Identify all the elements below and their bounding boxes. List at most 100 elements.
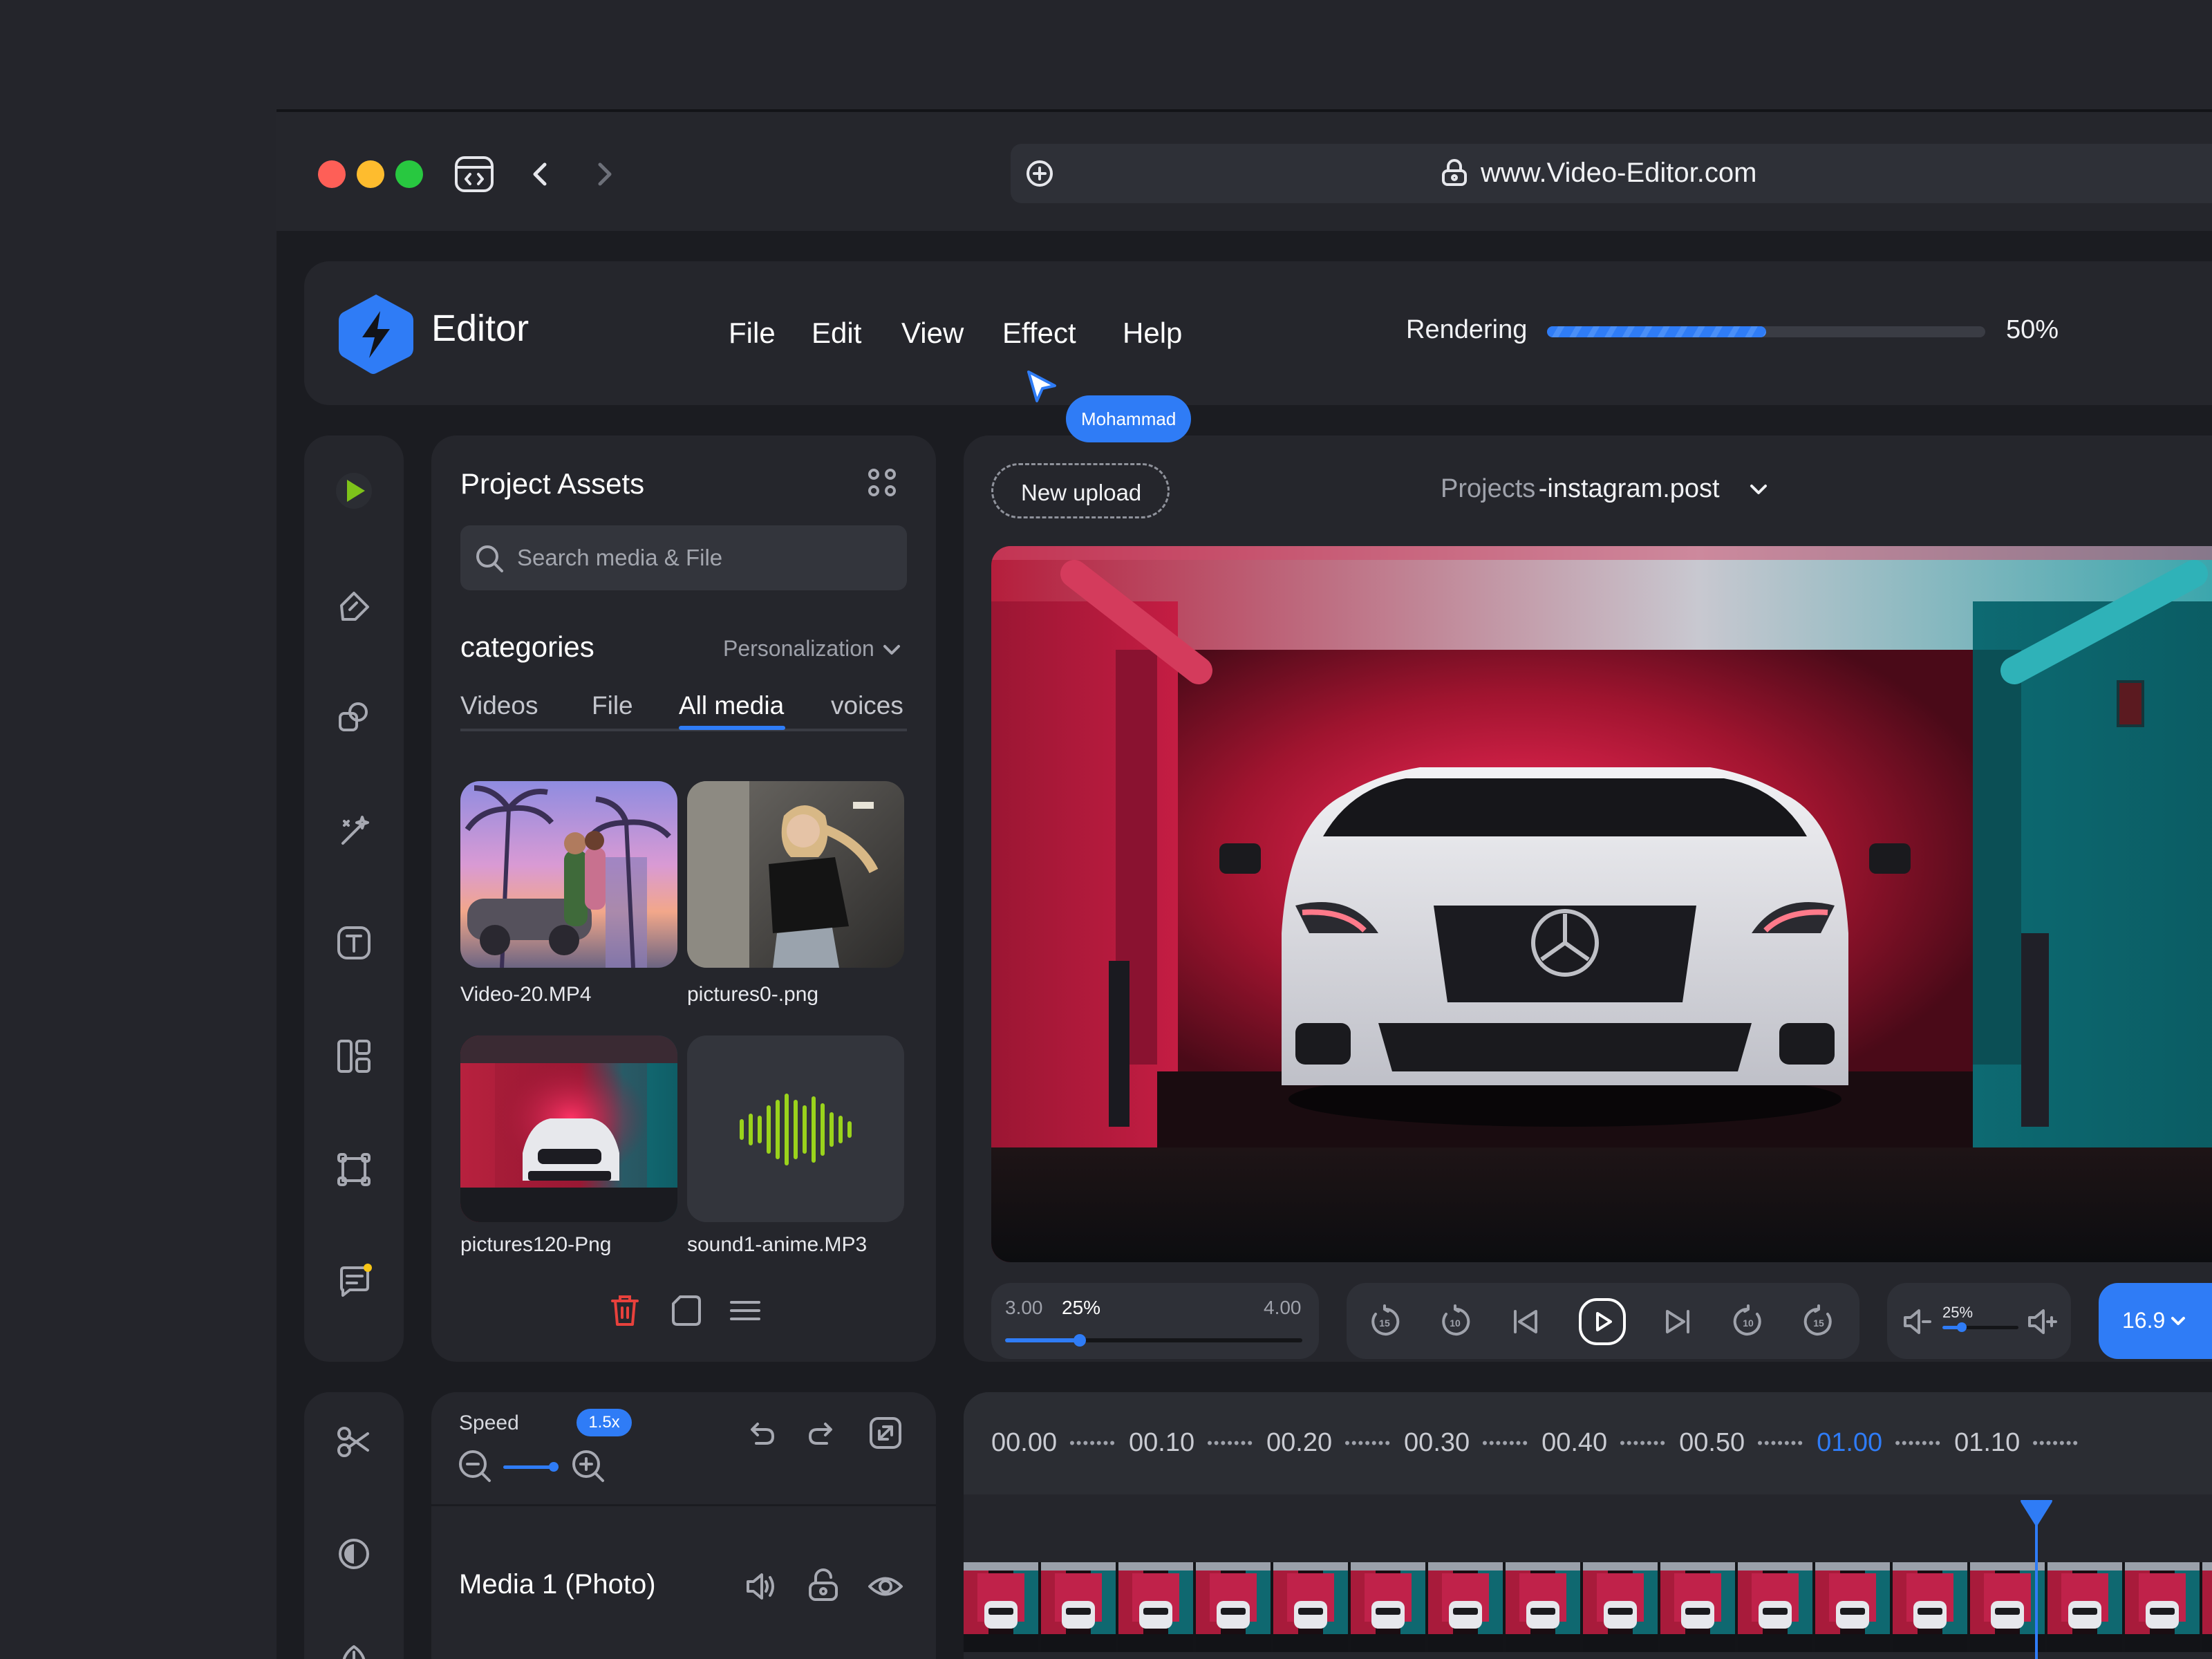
project-chevron-down-icon[interactable] [1746, 477, 1771, 502]
waveform-bar [776, 1100, 780, 1159]
back-icon[interactable] [525, 159, 556, 189]
track-lock-icon[interactable] [806, 1566, 841, 1604]
filmstrip-frame [2202, 1562, 2212, 1652]
new-upload-label: New upload [1021, 480, 1142, 505]
contrast-icon[interactable] [336, 1536, 372, 1572]
minimize-window-button[interactable] [357, 160, 384, 188]
aspect-ratio-button[interactable]: 16.9 [2099, 1283, 2212, 1359]
scrubber-control[interactable]: 3.00 25% 4.00 [991, 1283, 1319, 1359]
timeline-tick[interactable]: 00.40 [1541, 1428, 1607, 1458]
video-track-strip[interactable] [964, 1562, 2212, 1652]
woman-photo-image [687, 781, 879, 968]
zoom-out-icon[interactable] [458, 1449, 492, 1483]
grid-view-icon[interactable] [865, 466, 899, 499]
volume-track[interactable] [1942, 1322, 2018, 1332]
draw-tool-icon[interactable] [336, 589, 372, 625]
delete-icon[interactable] [608, 1293, 641, 1329]
shapes-tool-icon[interactable] [336, 700, 372, 735]
project-selector[interactable]: Projects -instagram.post [1441, 474, 1720, 504]
play-tool-icon[interactable] [335, 471, 373, 510]
filmstrip-frame [1196, 1562, 1271, 1652]
menu-file[interactable]: File [729, 317, 776, 350]
menu-view[interactable]: View [901, 317, 964, 350]
timeline-tick[interactable]: 00.50 [1679, 1428, 1745, 1458]
new-tab-icon[interactable] [1024, 158, 1055, 189]
media-thumbnail-sound1[interactable] [687, 1035, 904, 1222]
media-thumbnail-pictures120[interactable] [460, 1035, 677, 1222]
waveform-bar [812, 1096, 816, 1163]
media-thumbnail-pictures0[interactable] [687, 781, 904, 968]
layout-tool-icon[interactable] [336, 1038, 372, 1074]
personalization-select[interactable]: Personalization [723, 636, 874, 662]
undo-icon[interactable] [744, 1417, 777, 1450]
forward-10-icon[interactable]: 10 [1731, 1304, 1765, 1339]
waveform-bar [758, 1116, 762, 1143]
collaborator-name: Mohammad [1081, 409, 1177, 429]
search-input[interactable]: Search media & File [460, 525, 907, 590]
timeline-tick[interactable]: 01.00 [1817, 1428, 1882, 1458]
waveform-bar [749, 1114, 753, 1145]
menu-list-icon[interactable] [729, 1294, 762, 1327]
text-tool-icon[interactable] [336, 925, 372, 961]
magic-wand-icon[interactable] [336, 813, 372, 849]
chevron-down-icon[interactable] [881, 639, 903, 661]
timeline-tick[interactable]: 00.10 [1129, 1428, 1194, 1458]
skip-forward-icon[interactable] [1660, 1304, 1695, 1339]
browser-chrome: www.Video-Editor.com [276, 112, 2212, 231]
new-upload-button[interactable]: New upload [991, 463, 1170, 518]
menu-edit[interactable]: Edit [812, 317, 861, 350]
maximize-window-button[interactable] [395, 160, 423, 188]
scrub-end-time: 4.00 [1264, 1297, 1302, 1318]
track-controls-panel: Speed 1.5x Media 1 (Photo) [431, 1392, 936, 1659]
filmstrip-frame [1273, 1562, 1348, 1652]
folder-icon[interactable] [669, 1294, 702, 1327]
tab-all-media[interactable]: All media [679, 691, 784, 720]
forward-15-icon[interactable]: 15 [1801, 1304, 1836, 1339]
timeline-panel: 00.00 ••••••• 00.10 ••••••• 00.20 ••••••• 00.3… [964, 1392, 2212, 1659]
filter-icon[interactable] [336, 1642, 372, 1659]
tick-dots: ••••••• [1482, 1434, 1530, 1452]
waveform-icon [740, 1094, 852, 1165]
address-bar[interactable]: www.Video-Editor.com [1011, 144, 2212, 203]
tab-videos[interactable]: Videos [460, 691, 538, 720]
aspect-ratio-value: 16.9 [2122, 1308, 2166, 1333]
palm-scene-image [465, 785, 671, 968]
close-window-button[interactable] [318, 160, 346, 188]
timeline-tick[interactable]: 00.20 [1266, 1428, 1332, 1458]
rewind-15-icon[interactable]: 15 [1367, 1304, 1402, 1339]
speed-slider[interactable] [503, 1462, 559, 1472]
menu-effect[interactable]: Effect [1002, 317, 1076, 350]
expand-icon[interactable] [868, 1416, 903, 1450]
volume-up-icon[interactable] [2025, 1305, 2059, 1338]
zoom-in-icon[interactable] [571, 1449, 606, 1483]
transform-tool-icon[interactable] [336, 1152, 372, 1188]
timeline-tick[interactable]: 00.30 [1404, 1428, 1470, 1458]
volume-down-icon[interactable] [1901, 1305, 1934, 1338]
redo-icon[interactable] [806, 1417, 839, 1450]
media-thumbnail-video-20[interactable] [460, 781, 677, 968]
media-name-video-20: Video-20.MP4 [460, 983, 592, 1006]
rewind-10-icon[interactable]: 10 [1438, 1304, 1472, 1339]
volume-handle[interactable] [1956, 1322, 1967, 1332]
video-preview[interactable] [991, 546, 2212, 1262]
playhead-marker-icon[interactable] [2018, 1497, 2054, 1528]
scrub-track[interactable] [1005, 1334, 1302, 1347]
timeline-tick[interactable]: 00.00 [991, 1428, 1057, 1458]
filmstrip-frame [1970, 1562, 2045, 1652]
track-visibility-icon[interactable] [867, 1569, 904, 1604]
forward-icon[interactable] [589, 159, 619, 189]
speed-slider-handle[interactable] [549, 1462, 559, 1472]
play-button[interactable] [1577, 1297, 1627, 1347]
comments-tool-icon[interactable] [336, 1262, 375, 1301]
scrub-handle[interactable] [1073, 1334, 1086, 1347]
menu-help[interactable]: Help [1123, 317, 1182, 350]
tab-overview-icon[interactable] [453, 153, 495, 195]
tick-dots: ••••••• [1207, 1434, 1255, 1452]
track-audio-icon[interactable] [744, 1569, 778, 1604]
cut-icon[interactable] [336, 1424, 372, 1460]
skip-back-icon[interactable] [1508, 1304, 1543, 1339]
tab-file[interactable]: File [592, 691, 633, 720]
tab-voices[interactable]: voices [831, 691, 903, 720]
timeline-tick[interactable]: 01.10 [1954, 1428, 2020, 1458]
aspect-chevron-down-icon [2171, 1317, 2185, 1325]
